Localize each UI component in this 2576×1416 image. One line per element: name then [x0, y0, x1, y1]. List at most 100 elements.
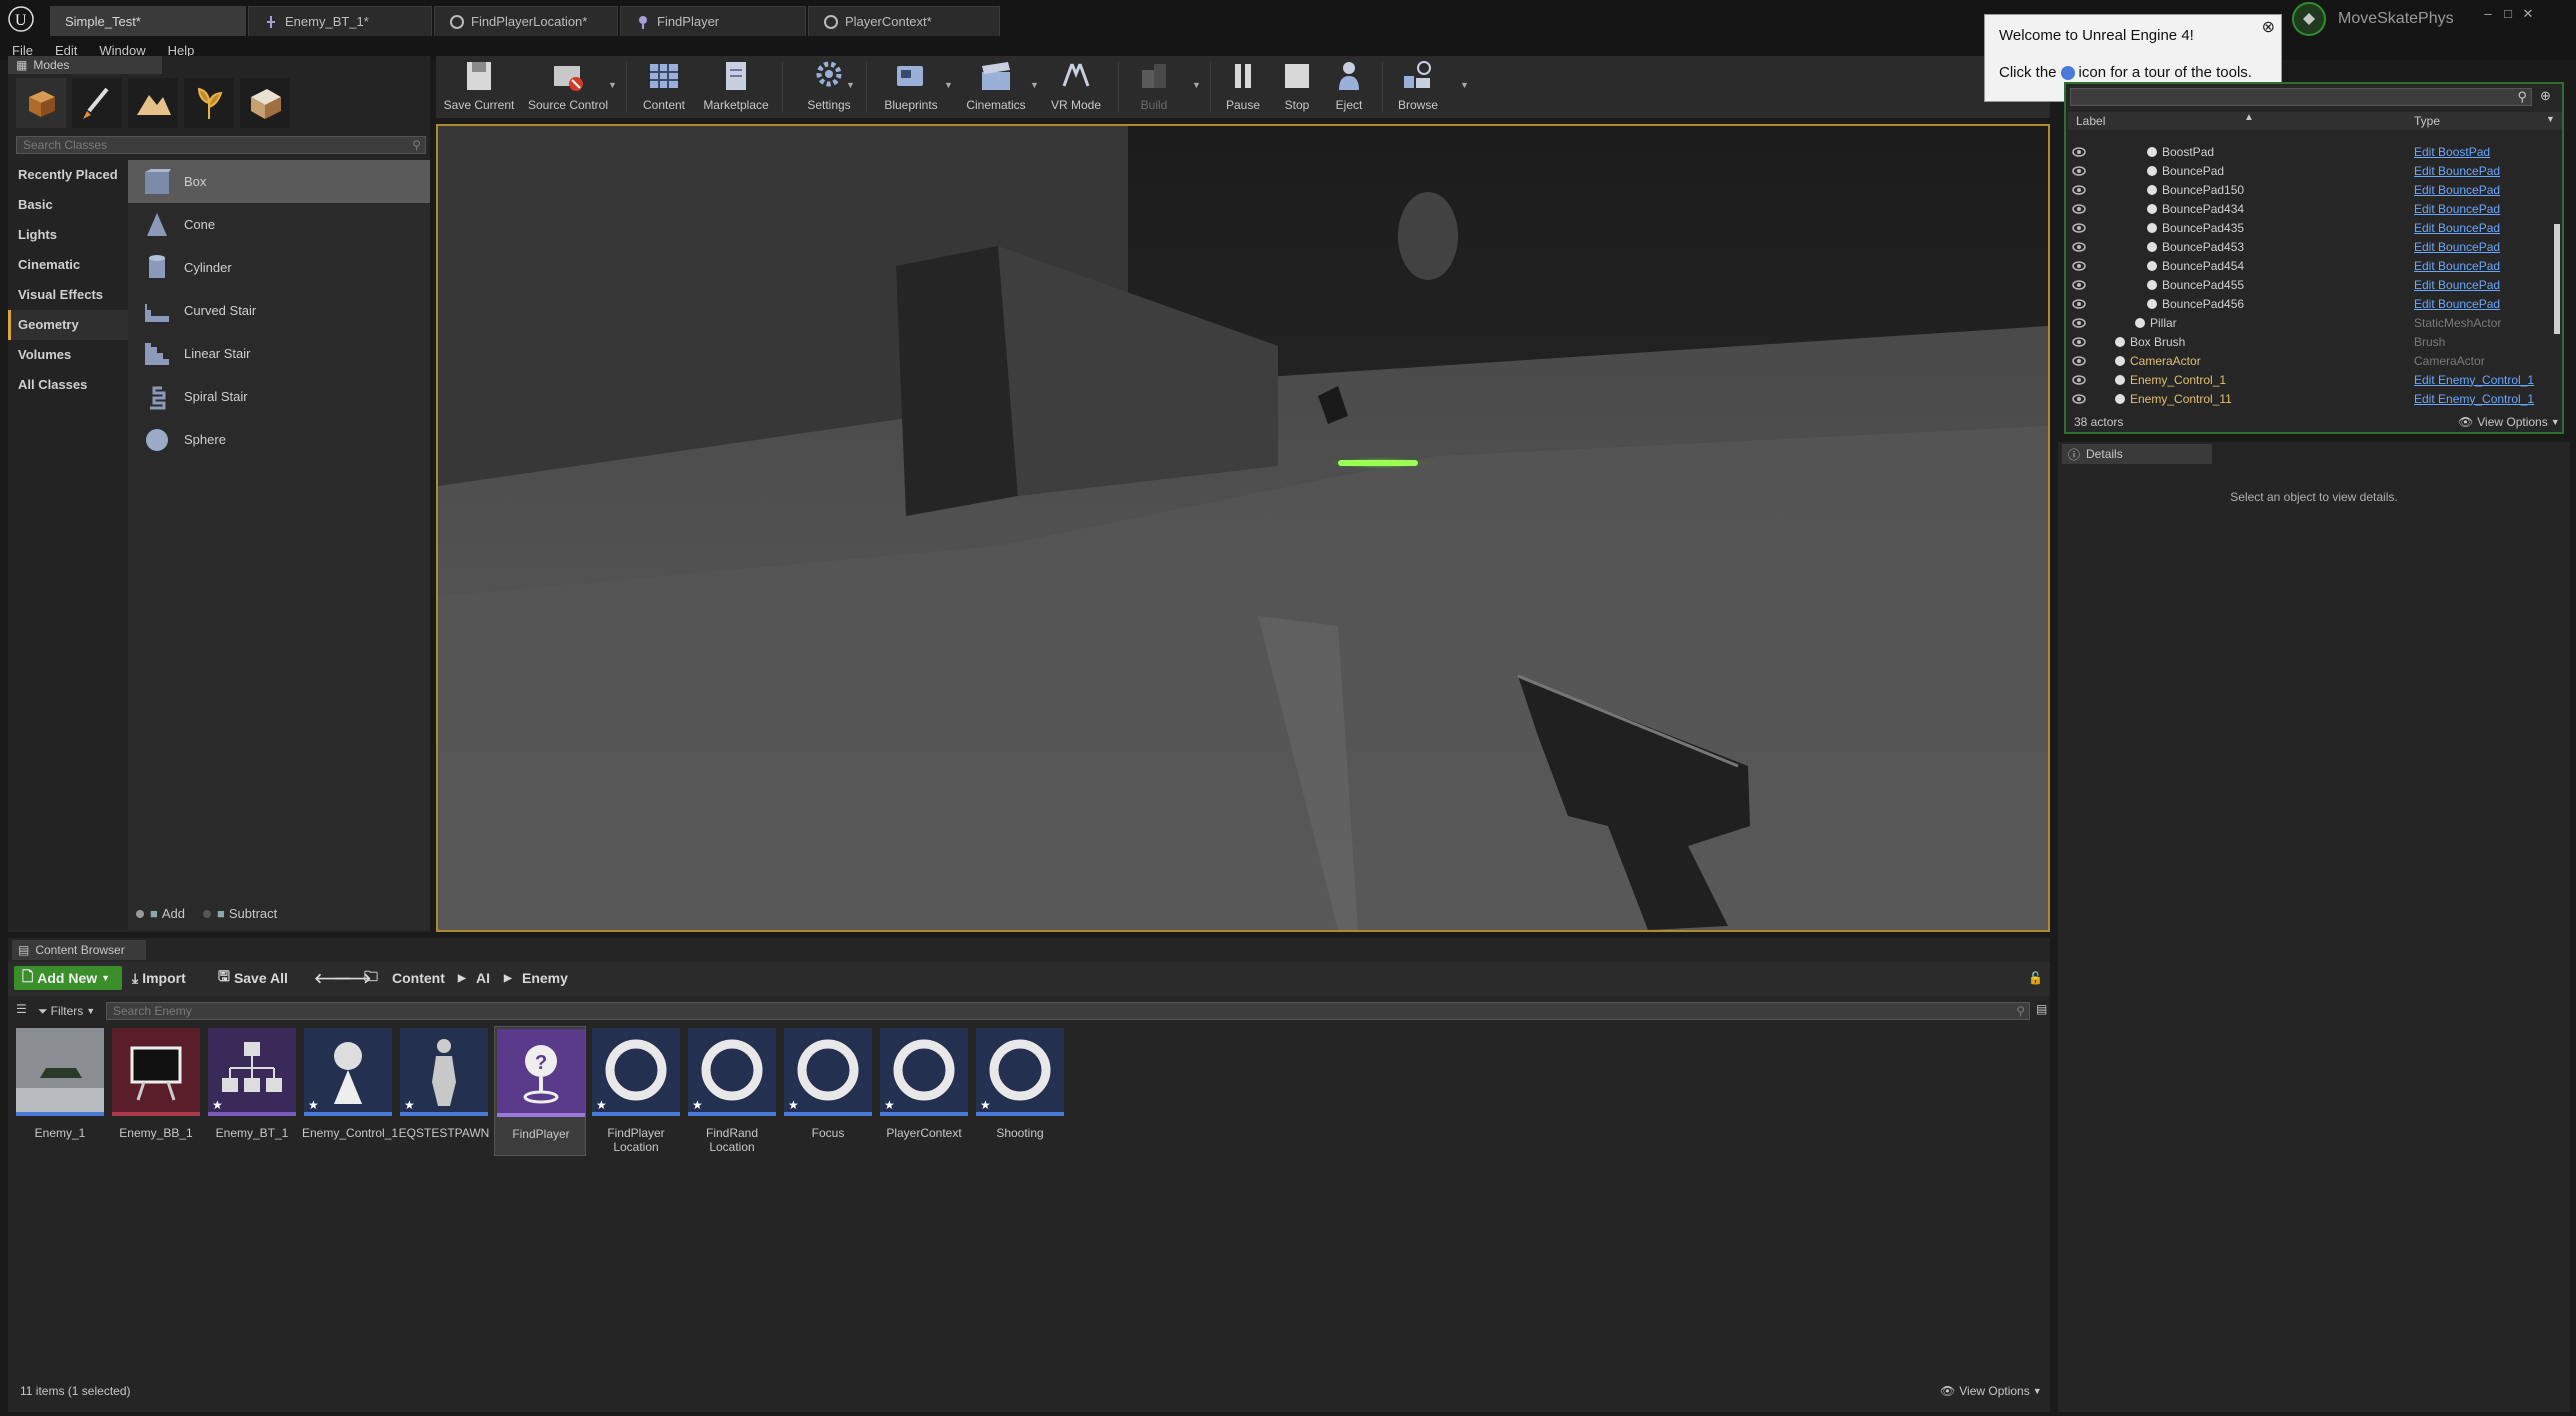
visibility-eye-icon[interactable]: [2072, 279, 2086, 290]
asset-search-input[interactable]: Search Enemy ⚲: [106, 1002, 2030, 1020]
edit-blueprint-link[interactable]: Edit BouncePad: [2414, 240, 2500, 254]
close-tooltip-icon[interactable]: ⊗: [2262, 17, 2275, 37]
details-tab[interactable]: ⓘ Details: [2062, 444, 2212, 464]
add-radio[interactable]: ■ Add: [136, 906, 185, 921]
add-new-button[interactable]: 🗋 Add New ▼: [14, 966, 122, 990]
edit-blueprint-link[interactable]: Edit BouncePad: [2414, 278, 2500, 292]
asset-tile[interactable]: ★ FindRand Location: [686, 1026, 778, 1156]
foliage-mode-button[interactable]: [184, 78, 234, 128]
doc-tab-enemy-bt[interactable]: Enemy_BT_1*: [248, 6, 432, 36]
outliner-row[interactable]: Box Brush Brush: [2068, 332, 2546, 351]
doc-tab-playercontext[interactable]: PlayerContext*: [808, 6, 1000, 36]
settings-dropdown-icon[interactable]: ▼: [846, 80, 855, 90]
build-button[interactable]: Build: [1126, 58, 1182, 116]
edit-blueprint-link[interactable]: Edit Enemy_Control_1: [2414, 373, 2534, 387]
unreal-logo-icon[interactable]: U: [8, 6, 34, 32]
cinematics-button[interactable]: Cinematics: [958, 58, 1034, 116]
filters-button[interactable]: ⏷ Filters ▼: [38, 1002, 95, 1020]
save-search-icon[interactable]: ▤: [2036, 1002, 2047, 1016]
doc-tab-findplayerlocation[interactable]: FindPlayerLocation*: [434, 6, 618, 36]
sources-toggle-icon[interactable]: ☰: [16, 1002, 27, 1016]
visibility-eye-icon[interactable]: [2072, 298, 2086, 309]
visibility-eye-icon[interactable]: [2072, 165, 2086, 176]
category-cinematic[interactable]: Cinematic: [8, 250, 128, 280]
visibility-eye-icon[interactable]: [2072, 260, 2086, 271]
edit-blueprint-link[interactable]: Edit BouncePad: [2414, 297, 2500, 311]
geometry-item-curved-stair[interactable]: Curved Stair: [128, 289, 430, 332]
outliner-row[interactable]: BouncePad Edit BouncePad: [2068, 161, 2546, 180]
outliner-row[interactable]: BouncePad455 Edit BouncePad: [2068, 275, 2546, 294]
maximize-icon[interactable]: □: [2500, 6, 2516, 22]
stop-button[interactable]: Stop: [1272, 58, 1322, 116]
edit-blueprint-link[interactable]: Edit Enemy_Control_1: [2414, 392, 2534, 406]
cinematics-dropdown-icon[interactable]: ▼: [1030, 80, 1039, 90]
outliner-add-icon[interactable]: ⊕: [2540, 88, 2551, 104]
tutorial-icon[interactable]: [2060, 65, 2075, 80]
blueprints-dropdown-icon[interactable]: ▼: [944, 80, 953, 90]
visibility-eye-icon[interactable]: [2072, 184, 2086, 195]
category-visual-effects[interactable]: Visual Effects: [8, 280, 128, 310]
minimize-icon[interactable]: –: [2480, 6, 2496, 22]
asset-tile[interactable]: ★ EQSTESTPAWN: [398, 1026, 490, 1156]
breadcrumb-ai[interactable]: AI: [476, 966, 490, 990]
place-mode-button[interactable]: [16, 78, 66, 128]
category-volumes[interactable]: Volumes: [8, 340, 128, 370]
col-type[interactable]: Type: [2414, 114, 2440, 128]
blueprints-button[interactable]: Blueprints: [876, 58, 946, 116]
visibility-eye-icon[interactable]: [2072, 374, 2086, 385]
category-all-classes[interactable]: All Classes: [8, 370, 128, 400]
outliner-row[interactable]: BouncePad435 Edit BouncePad: [2068, 218, 2546, 237]
asset-tile[interactable]: Enemy_1: [14, 1026, 106, 1156]
subtract-radio[interactable]: ■ Subtract: [203, 906, 277, 921]
close-window-icon[interactable]: ✕: [2520, 6, 2536, 22]
outliner-row[interactable]: BouncePad454 Edit BouncePad: [2068, 256, 2546, 275]
breadcrumb-content[interactable]: Content: [392, 966, 445, 990]
asset-tile[interactable]: ★ Shooting: [974, 1026, 1066, 1156]
outliner-scrollbar[interactable]: [2554, 224, 2560, 334]
asset-tile[interactable]: ★ Enemy_Control_1: [302, 1026, 398, 1156]
content-button[interactable]: Content: [632, 58, 696, 116]
source-control-button[interactable]: Source Control: [520, 58, 616, 116]
col-label[interactable]: Label: [2076, 114, 2105, 128]
doc-tab-findplayer[interactable]: FindPlayer: [620, 6, 806, 36]
search-classes-input[interactable]: Search Classes ⚲: [16, 136, 426, 154]
source-control-dropdown-icon[interactable]: ▼: [608, 80, 617, 90]
asset-tile[interactable]: ★ Enemy_BT_1: [206, 1026, 298, 1156]
category-recently-placed[interactable]: Recently Placed: [8, 160, 128, 190]
outliner-row[interactable]: BoostPad Edit BoostPad: [2068, 142, 2546, 161]
edit-blueprint-link[interactable]: Edit BouncePad: [2414, 164, 2500, 178]
visibility-eye-icon[interactable]: [2072, 203, 2086, 214]
eject-button[interactable]: Eject: [1324, 58, 1374, 116]
geometry-item-cone[interactable]: Cone: [128, 203, 430, 246]
outliner-row[interactable]: BouncePad150 Edit BouncePad: [2068, 180, 2546, 199]
geometry-item-box[interactable]: Box: [128, 160, 430, 203]
edit-blueprint-link[interactable]: Edit BoostPad: [2414, 145, 2490, 159]
content-browser-tab[interactable]: ▤ Content Browser: [12, 940, 146, 960]
geometry-item-cylinder[interactable]: Cylinder: [128, 246, 430, 289]
lock-icon[interactable]: 🔓: [2028, 966, 2043, 990]
save-current-button[interactable]: Save Current: [440, 58, 518, 116]
outliner-view-options[interactable]: 👁 View Options ▼: [2458, 415, 2560, 429]
outliner-row[interactable]: Pillar StaticMeshActor: [2068, 313, 2546, 332]
visibility-eye-icon[interactable]: [2072, 393, 2086, 404]
outliner-row[interactable]: BouncePad434 Edit BouncePad: [2068, 199, 2546, 218]
visibility-eye-icon[interactable]: [2072, 222, 2086, 233]
category-geometry[interactable]: Geometry: [8, 310, 128, 340]
asset-tile[interactable]: ? FindPlayer: [494, 1026, 586, 1156]
asset-tile[interactable]: ★ PlayerContext: [878, 1026, 970, 1156]
content-browser-view-options[interactable]: 👁 View Options ▼: [1940, 1384, 2042, 1398]
paint-mode-button[interactable]: [72, 78, 122, 128]
level-viewport[interactable]: [436, 124, 2050, 932]
outliner-search-input[interactable]: ⚲: [2070, 88, 2532, 106]
asset-tile[interactable]: Enemy_BB_1: [110, 1026, 202, 1156]
geometry-item-linear-stair[interactable]: Linear Stair: [128, 332, 430, 375]
visibility-eye-icon[interactable]: [2072, 317, 2086, 328]
outliner-row[interactable]: BouncePad453 Edit BouncePad: [2068, 237, 2546, 256]
browse-dropdown-icon[interactable]: ▼: [1460, 80, 1469, 90]
geometry-item-sphere[interactable]: Sphere: [128, 418, 430, 461]
visibility-eye-icon[interactable]: [2072, 241, 2086, 252]
geometry-mode-button[interactable]: [240, 78, 290, 128]
visibility-eye-icon[interactable]: [2072, 336, 2086, 347]
edit-blueprint-link[interactable]: Edit BouncePad: [2414, 202, 2500, 216]
landscape-mode-button[interactable]: [128, 78, 178, 128]
